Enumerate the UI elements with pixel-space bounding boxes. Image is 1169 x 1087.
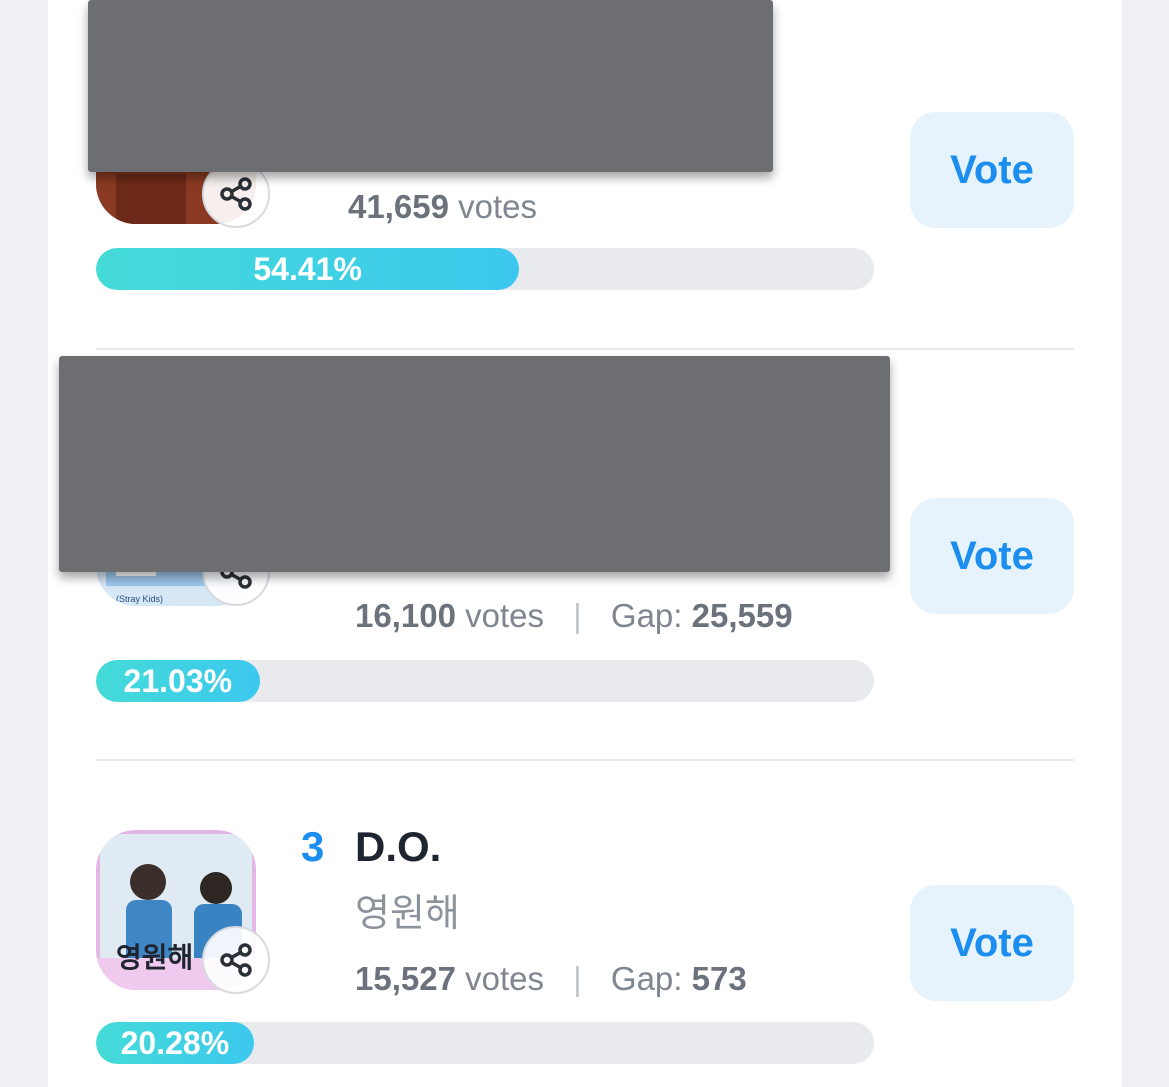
- vote-button[interactable]: Vote: [910, 498, 1074, 614]
- vote-count: 15,527: [355, 960, 456, 997]
- stats-separator: |: [573, 960, 582, 997]
- vote-count-label: votes: [465, 960, 544, 997]
- vote-button[interactable]: Vote: [910, 112, 1074, 228]
- gap-label: Gap:: [610, 597, 683, 634]
- divider: [96, 348, 1074, 350]
- vote-button[interactable]: Vote: [910, 885, 1074, 1001]
- vote-count-label: votes: [465, 597, 544, 634]
- ranking-card: 41,659 votes Vote 54.41% (Stray Kids) 16…: [48, 0, 1122, 1087]
- percent-bar: 21.03%: [96, 660, 874, 702]
- album-caption: (Stray Kids): [116, 594, 164, 604]
- percent-bar-fill: 21.03%: [96, 660, 260, 702]
- gap-value: 573: [691, 960, 747, 997]
- gap-value: 25,559: [691, 597, 793, 634]
- vote-count: 16,100: [355, 597, 456, 634]
- redaction-box: [59, 356, 890, 572]
- gap-label: Gap:: [610, 960, 683, 997]
- vote-count-label: votes: [458, 188, 537, 225]
- song-title: 영원해: [355, 891, 460, 935]
- vote-stats: 16,100 votes | Gap: 25,559: [355, 597, 793, 635]
- vote-count: 41,659: [348, 188, 449, 225]
- percent-bar-fill: 54.41%: [96, 248, 520, 290]
- share-button[interactable]: [202, 926, 270, 994]
- share-icon: [220, 177, 252, 211]
- percent-bar-fill: 20.28%: [96, 1022, 254, 1064]
- divider: [96, 759, 1074, 761]
- vote-stats: 15,527 votes | Gap: 573: [355, 960, 747, 998]
- percent-bar: 20.28%: [96, 1022, 874, 1064]
- rank-number: 3: [301, 823, 325, 870]
- vote-stats: 41,659 votes: [348, 188, 537, 226]
- share-icon: [220, 943, 252, 977]
- percent-bar: 54.41%: [96, 248, 874, 290]
- stats-separator: |: [573, 597, 582, 634]
- redaction-box: [88, 0, 773, 172]
- artist-name: D.O.: [355, 823, 442, 870]
- album-title: 영원해: [116, 941, 194, 974]
